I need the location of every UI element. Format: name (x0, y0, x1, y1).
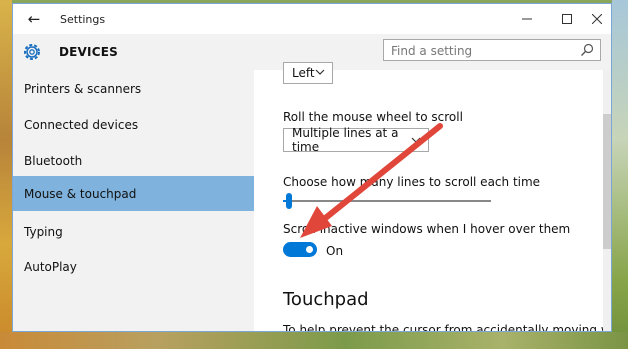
toggle-state-label: On (326, 244, 344, 258)
page-title: DEVICES (59, 45, 118, 59)
sidebar-item-label: Connected devices (24, 117, 139, 132)
wheel-scroll-label: Roll the mouse wheel to scroll (283, 110, 463, 124)
title-bar: ← Settings (13, 4, 611, 34)
settings-window: ← Settings DEVICES Find a setting Printe… (12, 3, 612, 332)
gear-icon (24, 44, 40, 60)
sidebar-item-label: Typing (24, 224, 63, 239)
chevron-down-icon (411, 137, 421, 143)
back-button[interactable]: ← (19, 7, 49, 31)
search-icon[interactable] (580, 43, 594, 57)
maximize-icon (562, 14, 572, 24)
sidebar-item-bluetooth[interactable]: Bluetooth (13, 143, 254, 178)
toggle-knob (306, 246, 313, 253)
lines-slider-thumb[interactable] (286, 193, 293, 209)
lines-to-scroll-label: Choose how many lines to scroll each tim… (283, 175, 541, 189)
sidebar-item-label: Mouse & touchpad (24, 186, 137, 201)
sidebar: Printers & scanners Connected devices Bl… (13, 70, 254, 331)
window-title: Settings (60, 13, 106, 26)
sidebar-item-label: Printers & scanners (24, 81, 142, 96)
primary-button-dropdown[interactable]: Left (283, 62, 333, 84)
minimize-button[interactable] (507, 6, 547, 32)
sidebar-item-mouse-touchpad[interactable]: Mouse & touchpad (13, 176, 254, 211)
close-icon (592, 14, 602, 24)
sidebar-item-autoplay[interactable]: AutoPlay (13, 249, 254, 284)
close-button[interactable] (577, 6, 611, 32)
touchpad-description: To help prevent the cursor from accident… (283, 323, 611, 332)
search-placeholder: Find a setting (391, 44, 473, 58)
sidebar-item-label: Bluetooth (24, 153, 83, 168)
minimize-icon (522, 18, 532, 20)
sidebar-item-printers-scanners[interactable]: Printers & scanners (13, 71, 254, 106)
inactive-scroll-label: Scroll inactive windows when I hover ove… (283, 222, 571, 236)
sidebar-item-label: AutoPlay (24, 259, 77, 274)
sidebar-item-typing[interactable]: Typing (13, 214, 254, 249)
touchpad-heading: Touchpad (283, 289, 369, 310)
search-input[interactable]: Find a setting (383, 39, 601, 61)
chevron-down-icon (315, 69, 325, 75)
wallpaper-right (612, 0, 628, 349)
sidebar-item-connected-devices[interactable]: Connected devices (13, 107, 254, 142)
settings-content: Left Roll the mouse wheel to scroll Mult… (254, 62, 611, 332)
primary-button-value: Left (292, 66, 315, 80)
wallpaper-left (0, 0, 12, 349)
wheel-scroll-dropdown[interactable]: Multiple lines at a time (283, 126, 429, 154)
lines-slider-track[interactable] (283, 200, 491, 202)
wallpaper-bottom (0, 332, 628, 349)
arrow-left-icon: ← (27, 10, 41, 28)
wheel-scroll-value: Multiple lines at a time (292, 126, 399, 154)
inactive-scroll-toggle[interactable] (283, 242, 317, 257)
scrollbar-thumb[interactable] (603, 114, 611, 249)
